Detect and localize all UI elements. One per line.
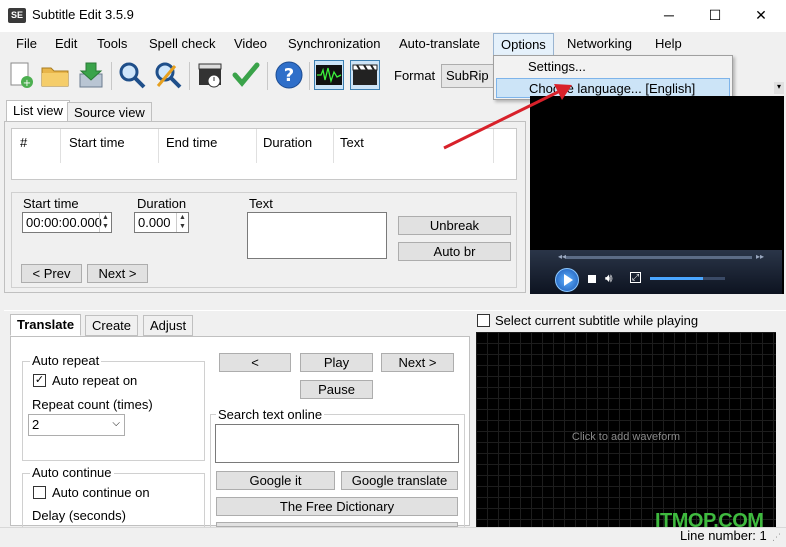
menu-spell-check[interactable]: Spell check bbox=[149, 36, 215, 51]
svg-text:?: ? bbox=[284, 65, 294, 86]
open-folder-icon[interactable] bbox=[40, 60, 70, 90]
fullscreen-icon[interactable]: ⤢ bbox=[630, 272, 641, 283]
google-it-button[interactable]: Google it bbox=[216, 471, 335, 490]
svg-text:+: + bbox=[23, 78, 31, 89]
tab-list-view[interactable]: List view bbox=[6, 100, 70, 122]
search-online-label: Search text online bbox=[216, 407, 325, 422]
spell-check-icon[interactable] bbox=[231, 60, 261, 90]
duration-label: Duration bbox=[137, 196, 187, 211]
play-icon[interactable] bbox=[555, 268, 579, 292]
video-toggle-icon[interactable] bbox=[350, 60, 380, 90]
pause-button[interactable]: Pause bbox=[300, 380, 373, 399]
window-title: Subtitle Edit 3.5.9 bbox=[32, 7, 134, 22]
delay-label: Delay (seconds) bbox=[32, 508, 126, 523]
menu-networking[interactable]: Networking bbox=[567, 36, 632, 51]
rewind-icon[interactable]: ◂◂ bbox=[558, 252, 566, 261]
column-duration[interactable]: Duration bbox=[263, 135, 312, 150]
watermark: ITMOP.COM bbox=[655, 510, 764, 532]
resize-grip-icon[interactable]: ⋰ bbox=[772, 532, 781, 543]
video-controls: ◂◂ ▸▸ 🔊︎ ⤢ bbox=[530, 250, 782, 294]
stop-icon[interactable] bbox=[588, 275, 596, 283]
auto-continue-on-label: Auto continue on bbox=[52, 485, 150, 500]
auto-repeat-on-label: Auto repeat on bbox=[52, 373, 138, 388]
start-time-input[interactable]: 00:00:00.000 ▲ ▼ bbox=[22, 212, 112, 233]
play-button[interactable]: Play bbox=[300, 353, 373, 372]
menu-auto-translate[interactable]: Auto-translate bbox=[399, 36, 480, 51]
tab-translate[interactable]: Translate bbox=[10, 314, 82, 336]
column-number[interactable]: # bbox=[20, 135, 27, 150]
menu-settings[interactable]: Settings... bbox=[496, 57, 730, 77]
unbreak-button[interactable]: Unbreak bbox=[398, 216, 511, 235]
prev-button[interactable]: < Prev bbox=[21, 264, 82, 283]
auto-repeat-checkbox[interactable]: ✓ bbox=[33, 374, 46, 387]
waveform-toggle-icon[interactable] bbox=[314, 60, 344, 90]
help-icon[interactable]: ? bbox=[274, 60, 304, 90]
auto-repeat-group-label: Auto repeat bbox=[30, 353, 102, 368]
annotation-arrow-icon bbox=[443, 84, 572, 150]
select-current-subtitle-checkbox[interactable] bbox=[477, 314, 490, 327]
column-text[interactable]: Text bbox=[340, 135, 364, 150]
visual-sync-icon[interactable] bbox=[196, 60, 226, 90]
format-label: Format bbox=[394, 68, 436, 83]
menu-synchronization[interactable]: Synchronization bbox=[288, 36, 381, 51]
start-time-label: Start time bbox=[23, 196, 79, 211]
scroll-down-icon[interactable]: ▾ bbox=[774, 82, 784, 94]
save-icon[interactable] bbox=[76, 60, 106, 90]
free-dictionary-button[interactable]: The Free Dictionary bbox=[216, 497, 458, 516]
chevron-down-icon: ⌵ bbox=[112, 418, 120, 429]
repeat-count-label: Repeat count (times) bbox=[32, 397, 153, 412]
find-icon[interactable] bbox=[117, 60, 147, 90]
volume-slider[interactable] bbox=[650, 277, 725, 280]
column-end-time[interactable]: End time bbox=[166, 135, 217, 150]
auto-br-button[interactable]: Auto br bbox=[398, 242, 511, 261]
close-button[interactable]: ✕ bbox=[738, 0, 784, 32]
minimize-button[interactable]: ─ bbox=[646, 0, 692, 32]
auto-continue-group-label: Auto continue bbox=[30, 465, 114, 480]
menu-edit[interactable]: Edit bbox=[55, 36, 77, 51]
auto-continue-checkbox[interactable] bbox=[33, 486, 46, 499]
waveform-placeholder: Click to add waveform bbox=[571, 431, 681, 443]
translate-next-button[interactable]: Next > bbox=[381, 353, 454, 372]
start-time-spinner-icon[interactable]: ▲ ▼ bbox=[99, 213, 111, 232]
translate-prev-button[interactable]: < bbox=[219, 353, 291, 372]
tab-adjust[interactable]: Adjust bbox=[143, 315, 194, 336]
seek-bar[interactable] bbox=[566, 256, 752, 259]
duration-input[interactable]: 0.000 ▲ ▼ bbox=[134, 212, 189, 233]
menu-options[interactable]: Options bbox=[493, 33, 554, 56]
menu-video[interactable]: Video bbox=[234, 36, 267, 51]
column-start-time[interactable]: Start time bbox=[69, 135, 125, 150]
subtitle-text-input[interactable] bbox=[247, 212, 387, 259]
replace-icon[interactable] bbox=[153, 60, 183, 90]
menu-tools[interactable]: Tools bbox=[97, 36, 127, 51]
maximize-button[interactable]: ☐ bbox=[692, 0, 738, 32]
next-button[interactable]: Next > bbox=[87, 264, 148, 283]
text-label: Text bbox=[249, 196, 273, 211]
tab-source-view[interactable]: Source view bbox=[67, 102, 152, 122]
app-icon: SE bbox=[8, 8, 26, 23]
search-text-input[interactable] bbox=[215, 424, 459, 463]
google-translate-button[interactable]: Google translate bbox=[341, 471, 458, 490]
menu-help[interactable]: Help bbox=[655, 36, 682, 51]
new-file-icon[interactable]: + bbox=[6, 60, 36, 90]
duration-spinner-icon[interactable]: ▲ ▼ bbox=[176, 213, 188, 232]
repeat-count-select[interactable]: 2 ⌵ bbox=[28, 414, 125, 436]
forward-icon[interactable]: ▸▸ bbox=[756, 252, 764, 261]
volume-icon[interactable]: 🔊︎ bbox=[605, 271, 613, 286]
tab-create[interactable]: Create bbox=[85, 315, 139, 336]
menu-file[interactable]: File bbox=[16, 36, 37, 51]
select-current-subtitle-label: Select current subtitle while playing bbox=[495, 313, 699, 328]
waveform-panel[interactable]: Click to add waveform bbox=[476, 332, 776, 528]
